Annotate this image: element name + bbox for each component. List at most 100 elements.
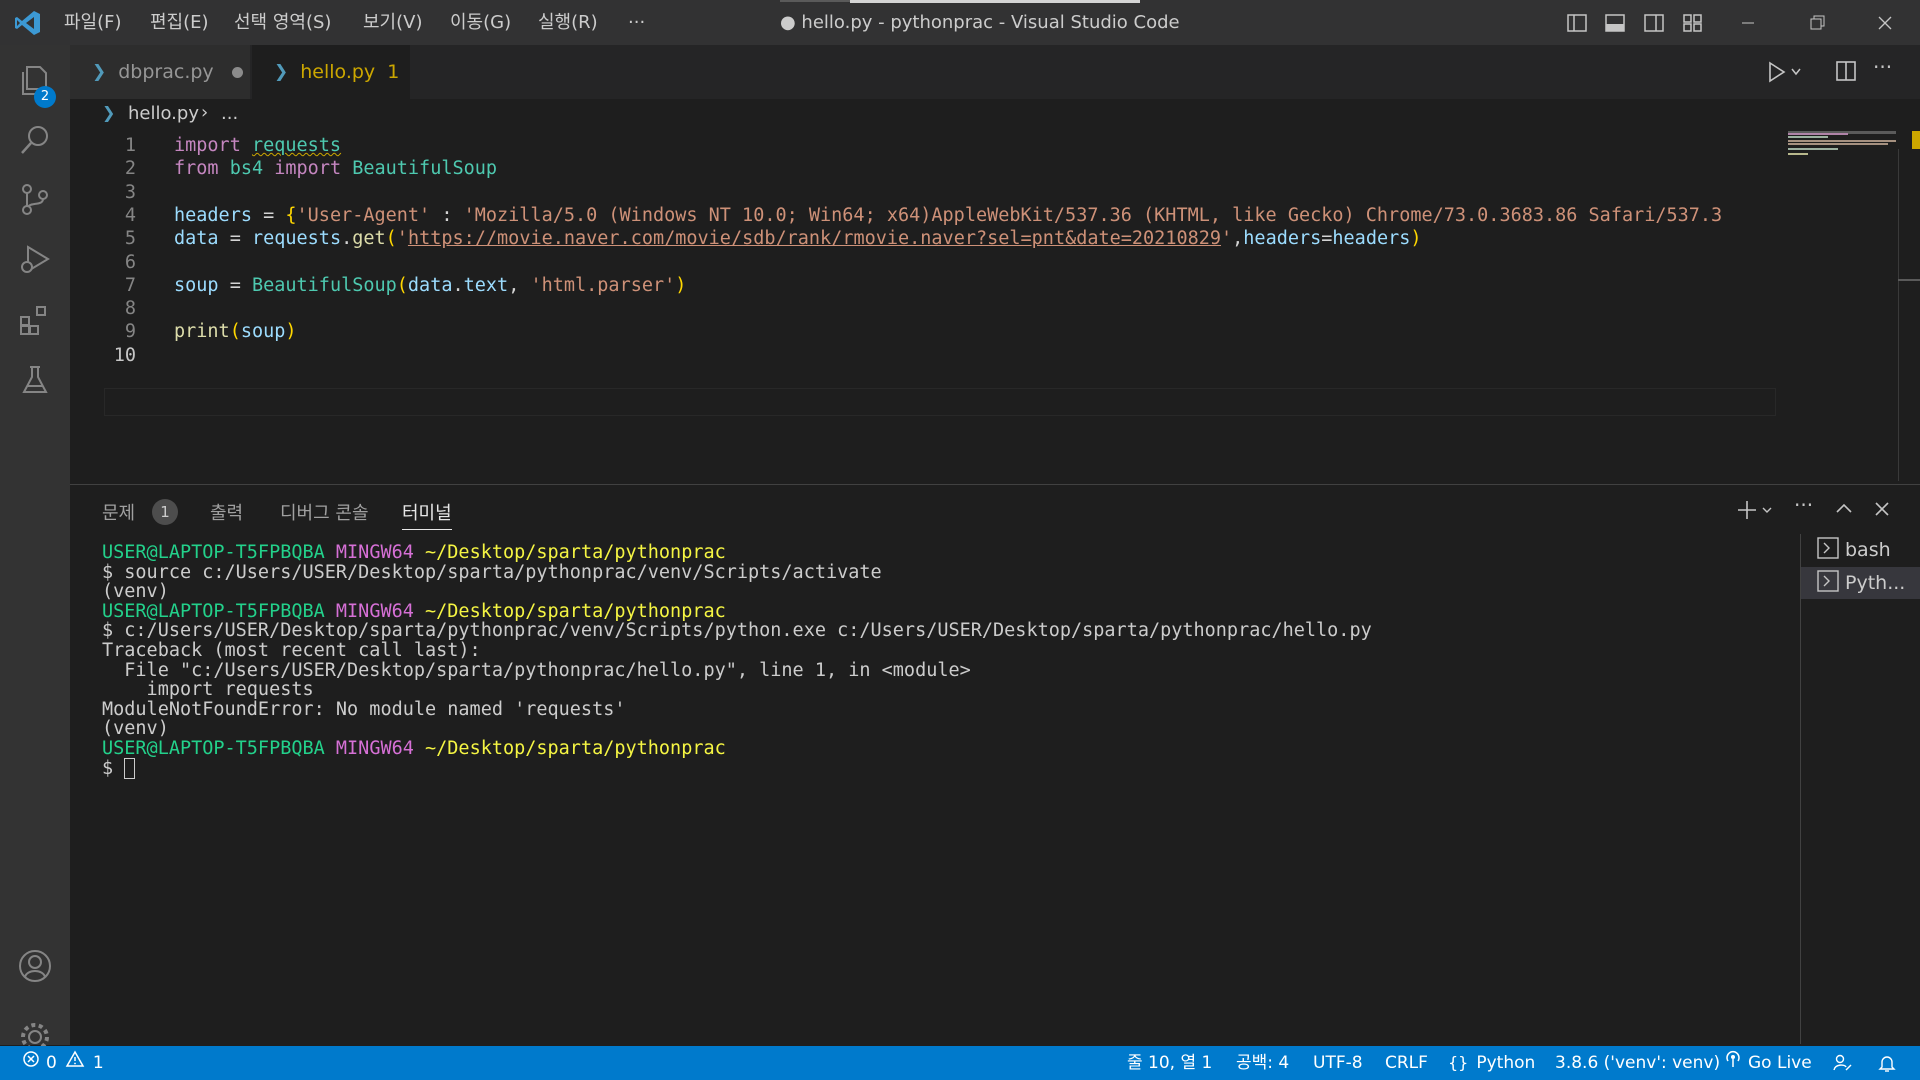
maximize-panel-chevron-up-icon[interactable] bbox=[1832, 497, 1858, 523]
code-line[interactable]: from bs4 import BeautifulSoup bbox=[174, 158, 497, 179]
breadcrumb-file[interactable]: hello.py bbox=[128, 103, 199, 124]
code-line[interactable]: headers = {'User-Agent' : 'Mozilla/5.0 (… bbox=[174, 205, 1722, 226]
terminal-cwd: ~/Desktop/sparta/pythonprac bbox=[425, 600, 726, 622]
braces-icon: {} bbox=[1448, 1053, 1469, 1072]
editor-more-actions-icon[interactable]: ··· bbox=[1873, 55, 1897, 85]
minimap[interactable] bbox=[1780, 131, 1898, 481]
terminal-user-host: USER@LAPTOP-T5FPBQBA bbox=[102, 738, 325, 759]
terminal-instance-list: bash Pyth... bbox=[1800, 534, 1920, 1044]
cursor-position[interactable]: 줄 10, 열 1 bbox=[1127, 1046, 1212, 1080]
error-count: 0 bbox=[46, 1053, 57, 1073]
testing-icon[interactable] bbox=[0, 350, 70, 410]
terminal-line: ModuleNotFoundError: No module named 're… bbox=[102, 699, 625, 720]
menu-view[interactable]: 보기(V) bbox=[363, 0, 422, 45]
encoding[interactable]: UTF-8 bbox=[1313, 1046, 1363, 1080]
vscode-logo-icon bbox=[14, 9, 42, 37]
explorer-badge: 2 bbox=[34, 86, 56, 108]
accounts-icon[interactable] bbox=[0, 936, 70, 996]
terminal-line: (venv) bbox=[102, 718, 169, 739]
terminal-cwd: ~/Desktop/sparta/pythonprac bbox=[425, 738, 726, 759]
language-label: Python bbox=[1476, 1053, 1536, 1073]
terminal-text: (venv) bbox=[102, 718, 169, 740]
close-panel-icon[interactable] bbox=[1870, 497, 1896, 523]
warning-icon bbox=[65, 1046, 85, 1080]
close-window-icon[interactable] bbox=[1862, 0, 1908, 45]
menu-more[interactable]: ··· bbox=[628, 0, 645, 45]
warning-count: 1 bbox=[92, 1053, 104, 1073]
source-control-icon[interactable] bbox=[0, 169, 70, 229]
indentation[interactable]: 공백: 4 bbox=[1236, 1046, 1289, 1080]
terminal-line: USER@LAPTOP-T5FPBQBA MINGW64 ~/Desktop/s… bbox=[102, 738, 726, 759]
code-line[interactable]: soup = BeautifulSoup(data.text, 'html.pa… bbox=[174, 275, 686, 296]
terminal-line: USER@LAPTOP-T5FPBQBA MINGW64 ~/Desktop/s… bbox=[102, 601, 726, 622]
terminal-cursor bbox=[124, 758, 136, 780]
explorer-icon[interactable]: 2 bbox=[0, 50, 70, 110]
editor-scrollbar-track[interactable] bbox=[1898, 149, 1899, 481]
terminal-text: Traceback (most recent call last): bbox=[102, 640, 481, 661]
editor-tab-bar: ❯ dbprac.py ❯ hello.py 1 ··· bbox=[70, 45, 1920, 99]
overview-ruler-warning bbox=[1912, 131, 1920, 149]
new-terminal-icon[interactable] bbox=[1736, 497, 1780, 525]
notifications-bell-icon[interactable] bbox=[1877, 1046, 1897, 1080]
tab-output[interactable]: 출력 bbox=[210, 499, 243, 529]
code-line[interactable]: import requests bbox=[174, 135, 341, 156]
customize-layout-icon[interactable] bbox=[1670, 0, 1716, 45]
window-title: ● hello.py - pythonprac - Visual Studio … bbox=[780, 12, 1180, 33]
extensions-icon[interactable] bbox=[0, 290, 70, 350]
terminal-instance-python[interactable]: Pyth... bbox=[1801, 567, 1920, 599]
terminal-line: $ bbox=[102, 757, 136, 780]
terminal-text: ModuleNotFoundError: No module named 're… bbox=[102, 698, 626, 720]
language-mode[interactable]: {} Python bbox=[1448, 1046, 1535, 1080]
terminal-line: File "c:/Users/USER/Desktop/sparta/pytho… bbox=[102, 660, 971, 681]
code-editor[interactable]: 1 2 3 4 5 6 7 8 9 10 import requests from bs4 impo… bbox=[70, 131, 1920, 481]
terminal-line: USER@LAPTOP-T5FPBQBA MINGW64 ~/Desktop/s… bbox=[102, 542, 726, 563]
terminal-instance-bash[interactable]: bash bbox=[1801, 534, 1920, 566]
python-file-icon: ❯ bbox=[102, 103, 116, 122]
tab-hello[interactable]: ❯ hello.py 1 bbox=[252, 45, 410, 99]
search-icon[interactable] bbox=[0, 110, 70, 170]
terminal-user-host: USER@LAPTOP-T5FPBQBA bbox=[102, 600, 325, 622]
split-editor-icon[interactable] bbox=[1834, 59, 1858, 85]
problems-status[interactable]: 0 1 bbox=[22, 1046, 104, 1080]
breadcrumb-more[interactable]: ... bbox=[221, 103, 238, 124]
panel-more-actions-icon[interactable]: ··· bbox=[1794, 493, 1820, 523]
terminal-line: Traceback (most recent call last): bbox=[102, 640, 481, 661]
menu-run[interactable]: 실행(R) bbox=[538, 0, 598, 45]
go-live-label: Go Live bbox=[1748, 1053, 1812, 1073]
code-lines[interactable]: import requests from bs4 import Beautiful… bbox=[70, 131, 1780, 481]
feedback-icon[interactable] bbox=[1832, 1046, 1852, 1080]
tab-dbprac[interactable]: ❯ dbprac.py bbox=[70, 45, 250, 99]
code-line[interactable]: data = requests.get('https://movie.naver… bbox=[174, 228, 1422, 249]
terminal-text: File "c:/Users/USER/Desktop/sparta/pytho… bbox=[102, 659, 971, 681]
problems-count-badge: 1 bbox=[152, 499, 178, 525]
menu-selection[interactable]: 선택 영역(S) bbox=[234, 0, 331, 45]
terminal-cwd: ~/Desktop/sparta/pythonprac bbox=[425, 542, 726, 563]
run-debug-icon[interactable] bbox=[0, 229, 70, 289]
tab-problems[interactable]: 문제 bbox=[102, 499, 135, 529]
terminal-text: import requests bbox=[102, 679, 314, 701]
python-interpreter[interactable]: 3.8.6 ('venv': venv) bbox=[1555, 1046, 1720, 1080]
restore-icon[interactable] bbox=[1794, 0, 1840, 45]
error-icon bbox=[22, 1046, 40, 1080]
terminal-icon bbox=[1817, 569, 1839, 597]
bottom-panel: 문제 1 출력 디버그 콘솔 터미널 ··· USER@LAPTOP-T5FPB… bbox=[70, 484, 1920, 1047]
tab-terminal[interactable]: 터미널 bbox=[402, 499, 452, 530]
code-line[interactable]: print(soup) bbox=[174, 321, 297, 342]
title-bar: 파일(F) 편집(E) 선택 영역(S) 보기(V) 이동(G) 실행(R) ·… bbox=[0, 0, 1920, 45]
minimize-icon[interactable] bbox=[1725, 0, 1771, 45]
terminal-line: $ c:/Users/USER/Desktop/sparta/pythonpra… bbox=[102, 620, 1372, 641]
end-of-line[interactable]: CRLF bbox=[1385, 1046, 1428, 1080]
terminal-text: $ c:/Users/USER/Desktop/sparta/pythonpra… bbox=[102, 620, 1372, 642]
menu-edit[interactable]: 편집(E) bbox=[150, 0, 209, 45]
unsaved-dot-icon[interactable] bbox=[231, 66, 243, 78]
terminal-text: (venv) bbox=[102, 581, 169, 603]
menu-go[interactable]: 이동(G) bbox=[450, 0, 511, 45]
run-python-file-icon[interactable] bbox=[1767, 59, 1811, 85]
menu-file[interactable]: 파일(F) bbox=[64, 0, 122, 45]
tab-debug-console[interactable]: 디버그 콘솔 bbox=[280, 499, 369, 529]
terminal-user-host: USER@LAPTOP-T5FPBQBA bbox=[102, 542, 325, 563]
python-file-icon: ❯ bbox=[274, 62, 289, 82]
terminal-text: $ source c:/Users/USER/Desktop/sparta/py… bbox=[102, 561, 882, 583]
go-live-button[interactable]: Go Live bbox=[1724, 1046, 1812, 1080]
terminal-text: $ bbox=[102, 757, 125, 779]
